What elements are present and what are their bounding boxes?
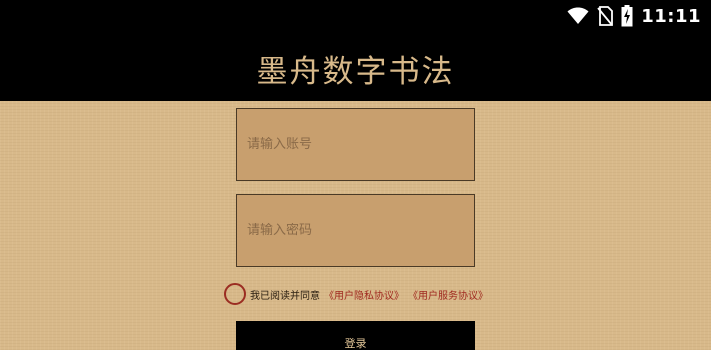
- no-sim-icon: [597, 6, 614, 26]
- password-input[interactable]: [247, 223, 474, 238]
- account-input[interactable]: [247, 137, 474, 152]
- agreement-row: 我已阅读并同意 《用户隐私协议》 《用户服务协议》: [224, 283, 488, 305]
- account-field[interactable]: [236, 108, 475, 181]
- login-button[interactable]: 登录: [236, 321, 475, 350]
- app-title: 墨舟数字书法: [256, 54, 455, 90]
- privacy-policy-link[interactable]: 《用户隐私协议》: [324, 287, 404, 302]
- status-bar: 11:11: [567, 5, 701, 27]
- app-header: 11:11 墨舟数字书法: [0, 0, 711, 101]
- agreement-checkbox[interactable]: [224, 283, 246, 305]
- password-field[interactable]: [236, 194, 475, 267]
- agreement-text: 我已阅读并同意: [250, 290, 320, 302]
- wifi-icon: [567, 7, 589, 25]
- status-time: 11:11: [641, 5, 701, 27]
- service-agreement-link[interactable]: 《用户服务协议》: [408, 287, 488, 302]
- battery-charging-icon: [621, 5, 633, 27]
